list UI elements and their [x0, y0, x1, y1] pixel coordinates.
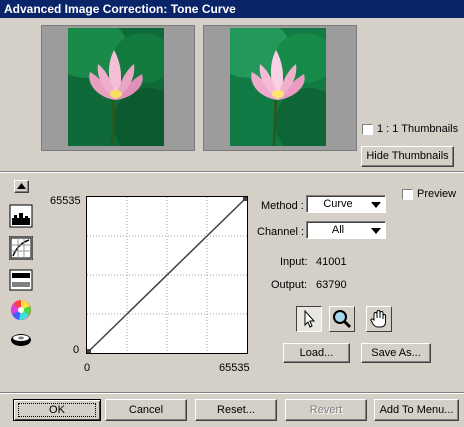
bottom-divider [0, 392, 464, 394]
input-value: 41001 [316, 256, 347, 268]
add-to-menu-button[interactable]: Add To Menu... [374, 399, 459, 421]
window-title: Advanced Image Correction: Tone Curve [4, 2, 236, 16]
pointer-icon [304, 309, 316, 328]
reset-button[interactable]: Reset... [195, 399, 277, 421]
load-button[interactable]: Load... [283, 343, 350, 363]
channel-label: Channel : [257, 226, 305, 238]
output-value: 63790 [316, 279, 347, 291]
curve-white-point [243, 197, 247, 201]
output-label: Output: [271, 279, 308, 291]
x-axis-max-label: 65535 [219, 362, 250, 374]
color-wheel-icon [11, 300, 31, 321]
focus-ring [18, 403, 96, 417]
save-as-button[interactable]: Save As... [361, 343, 431, 363]
triangle-up-icon [17, 183, 26, 189]
lotus-photo-original [68, 28, 164, 146]
curve-icon [8, 235, 34, 261]
preview-label: Preview [417, 188, 457, 200]
one-to-one-thumbnails-checkbox[interactable] [362, 124, 373, 135]
window-title-bar: Advanced Image Correction: Tone Curve [0, 0, 464, 18]
method-dropdown[interactable]: Curve [306, 195, 386, 213]
hide-thumbnails-button[interactable]: Hide Thumbnails [361, 146, 454, 167]
tone-curve-plot [87, 197, 247, 353]
lotus-photo-adjusted [230, 28, 326, 146]
dropdown-arrow-icon [371, 228, 381, 234]
method-label: Method : [261, 200, 304, 212]
y-axis-max-label: 65535 [50, 195, 81, 207]
pointer-tool-button[interactable] [296, 306, 322, 332]
zoom-tool-button[interactable] [329, 306, 355, 332]
cancel-button[interactable]: Cancel [105, 399, 187, 421]
brightness-contrast-tool-button[interactable] [9, 268, 33, 292]
color-balance-tool-button[interactable] [9, 298, 33, 322]
unsharp-mask-tool-button[interactable] [9, 328, 33, 352]
input-label: Input: [280, 256, 308, 268]
tone-curve-graph[interactable] [86, 196, 248, 354]
levels-tool-button[interactable] [9, 204, 33, 228]
dropdown-arrow-icon [371, 202, 381, 208]
zoom-icon [333, 310, 352, 329]
thumbnail-divider [0, 171, 464, 173]
ok-button[interactable]: OK [13, 399, 101, 421]
collapse-toolbox-button[interactable] [14, 180, 29, 193]
method-value: Curve [323, 198, 353, 210]
y-axis-min-label: 0 [73, 344, 80, 356]
hand-icon [370, 309, 386, 328]
x-axis-min-label: 0 [84, 362, 91, 374]
revert-button[interactable]: Revert [285, 399, 367, 421]
one-to-one-thumbnails-label: 1 : 1 Thumbnails [377, 123, 459, 135]
channel-dropdown[interactable]: All [306, 221, 386, 239]
hand-tool-button[interactable] [366, 306, 392, 332]
curve-black-point [87, 349, 91, 353]
preview-checkbox[interactable] [402, 189, 413, 200]
original-thumbnail [41, 25, 195, 151]
adjusted-thumbnail [203, 25, 357, 151]
lens-icon [11, 334, 31, 346]
channel-value: All [331, 224, 345, 236]
gradient-bars-icon [9, 269, 33, 291]
histogram-icon [9, 204, 33, 228]
tone-curve-tool-button[interactable] [8, 235, 34, 261]
